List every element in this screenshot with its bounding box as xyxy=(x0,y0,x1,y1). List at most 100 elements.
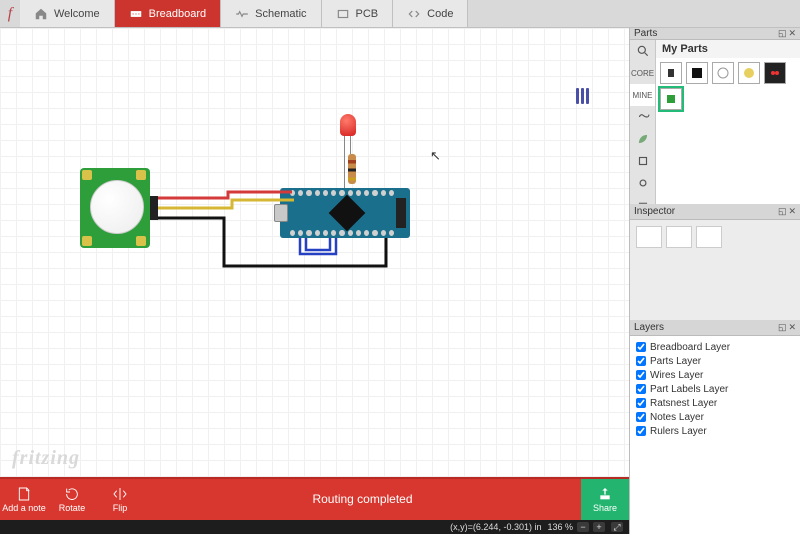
layer-item[interactable]: Ratsnest Layer xyxy=(636,396,794,410)
layer-item[interactable]: Notes Layer xyxy=(636,410,794,424)
chip-icon xyxy=(636,154,650,168)
wires-overlay xyxy=(0,28,629,478)
routing-status: Routing completed xyxy=(144,478,581,520)
layers-panel: Layers ◱ ✕ Breadboard LayerParts Layer Wi… xyxy=(630,320,800,534)
layer-label: Part Labels Layer xyxy=(650,384,728,395)
flip-button[interactable]: Flip xyxy=(96,478,144,520)
inspector-panel: Inspector ◱ ✕ xyxy=(630,204,800,320)
layer-item[interactable]: Parts Layer xyxy=(636,354,794,368)
tab-breadboard[interactable]: Breadboard xyxy=(115,0,222,27)
layer-item[interactable]: Rulers Layer xyxy=(636,424,794,438)
layer-label: Rulers Layer xyxy=(650,426,707,437)
layers-list: Breadboard LayerParts Layer Wires Layer Pa… xyxy=(630,336,800,534)
undock-icon[interactable]: ◱ xyxy=(778,206,787,217)
layer-item[interactable]: Wires Layer xyxy=(636,368,794,382)
panel-title-label: Layers xyxy=(634,322,664,333)
part-thumb[interactable] xyxy=(712,62,734,84)
parts-bins-sidebar: CORE MINE xyxy=(630,40,656,216)
part-thumb[interactable] xyxy=(686,62,708,84)
tab-label: Breadboard xyxy=(149,8,207,20)
layer-checkbox[interactable] xyxy=(636,384,646,394)
share-icon xyxy=(597,486,613,502)
parts-bin-title: My Parts xyxy=(656,40,800,58)
schematic-icon xyxy=(235,7,249,21)
close-icon[interactable]: ✕ xyxy=(788,206,796,217)
layer-checkbox[interactable] xyxy=(636,356,646,366)
bin-generic-1[interactable] xyxy=(630,150,655,172)
undock-icon[interactable]: ◱ xyxy=(778,322,787,333)
bin-search[interactable] xyxy=(630,40,655,62)
close-icon[interactable]: ✕ xyxy=(788,28,796,39)
panel-title-parts[interactable]: Parts ◱ ✕ xyxy=(630,28,800,40)
part-thumb-selected[interactable] xyxy=(660,88,682,110)
bin-arduino[interactable] xyxy=(630,106,655,128)
inspector-slot[interactable] xyxy=(636,226,662,248)
layer-checkbox[interactable] xyxy=(636,426,646,436)
bin-mine[interactable]: MINE xyxy=(630,84,655,106)
layer-label: Breadboard Layer xyxy=(650,342,730,353)
breadboard-canvas[interactable]: ↖ fritzing xyxy=(0,28,629,478)
leaf-icon xyxy=(636,132,650,146)
bin-core[interactable]: CORE xyxy=(630,62,655,84)
tab-label: PCB xyxy=(356,8,379,20)
layer-checkbox[interactable] xyxy=(636,398,646,408)
zoom-out-button[interactable]: − xyxy=(577,522,589,532)
note-icon xyxy=(16,486,32,502)
bin-seeed[interactable] xyxy=(630,128,655,150)
layer-item[interactable]: Part Labels Layer xyxy=(636,382,794,396)
part-thumb[interactable] xyxy=(738,62,760,84)
view-tabs: f Welcome Breadboard Schematic PCB Code xyxy=(0,0,800,28)
layer-label: Ratsnest Layer xyxy=(650,398,717,409)
tool-label: Flip xyxy=(113,503,128,513)
parts-panel: Parts ◱ ✕ CORE MINE xyxy=(630,28,800,204)
part-thumb[interactable] xyxy=(660,62,682,84)
code-icon xyxy=(407,7,421,21)
tab-pcb[interactable]: PCB xyxy=(322,0,394,27)
search-icon xyxy=(636,44,650,58)
flip-icon xyxy=(112,486,128,502)
watermark: fritzing xyxy=(12,447,80,470)
home-icon xyxy=(34,7,48,21)
layer-label: Notes Layer xyxy=(650,412,704,423)
tab-label: Welcome xyxy=(54,8,100,20)
pcb-icon xyxy=(336,7,350,21)
layer-checkbox[interactable] xyxy=(636,412,646,422)
panel-title-inspector[interactable]: Inspector ◱ ✕ xyxy=(630,204,800,220)
panel-title-label: Inspector xyxy=(634,206,675,217)
connector-icon xyxy=(636,176,650,190)
inspector-slot[interactable] xyxy=(666,226,692,248)
layer-checkbox[interactable] xyxy=(636,370,646,380)
coords-readout: (x,y)=(6.244, -0.301) in xyxy=(450,522,541,532)
tool-label: Rotate xyxy=(59,503,86,513)
rotate-button[interactable]: Rotate xyxy=(48,478,96,520)
inspector-body xyxy=(630,220,800,320)
layer-checkbox[interactable] xyxy=(636,342,646,352)
rotate-icon xyxy=(64,486,80,502)
tool-label: Share xyxy=(593,503,617,513)
infinity-icon xyxy=(636,110,650,124)
tab-schematic[interactable]: Schematic xyxy=(221,0,321,27)
zoom-in-button[interactable]: + xyxy=(593,522,605,532)
close-icon[interactable]: ✕ xyxy=(788,322,796,333)
fit-view-button[interactable]: ⤢ xyxy=(611,522,623,532)
breadboard-icon xyxy=(129,7,143,21)
add-note-button[interactable]: Add a note xyxy=(0,478,48,520)
undock-icon[interactable]: ◱ xyxy=(778,28,787,39)
bottom-toolbar: Add a note Rotate Flip Routing completed… xyxy=(0,478,629,520)
part-thumb[interactable] xyxy=(764,62,786,84)
inspector-slot[interactable] xyxy=(696,226,722,248)
tab-welcome[interactable]: Welcome xyxy=(20,0,115,27)
panel-title-layers[interactable]: Layers ◱ ✕ xyxy=(630,320,800,336)
mouse-cursor-icon: ↖ xyxy=(430,148,441,164)
layer-item[interactable]: Breadboard Layer xyxy=(636,340,794,354)
parts-grid xyxy=(656,58,800,216)
share-button[interactable]: Share xyxy=(581,478,629,520)
bin-generic-2[interactable] xyxy=(630,172,655,194)
right-panels: Parts ◱ ✕ CORE MINE xyxy=(629,28,800,534)
tab-label: Schematic xyxy=(255,8,306,20)
tab-code[interactable]: Code xyxy=(393,0,468,27)
panel-title-label: Parts xyxy=(634,28,657,39)
layer-label: Wires Layer xyxy=(650,370,703,381)
zoom-readout: 136 % xyxy=(547,522,573,532)
tab-label: Code xyxy=(427,8,453,20)
